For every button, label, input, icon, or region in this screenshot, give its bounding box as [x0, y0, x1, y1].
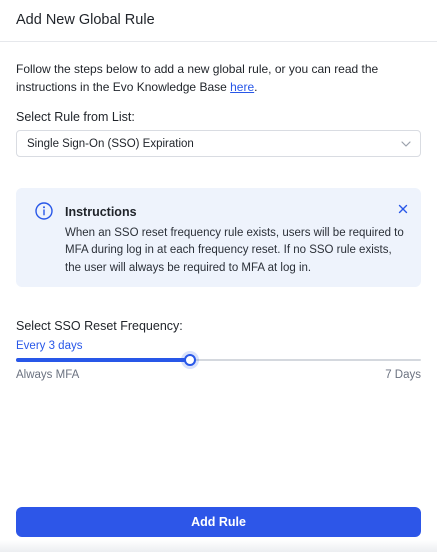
slider-fill: [16, 358, 191, 362]
intro-text: Follow the steps below to add a new glob…: [16, 61, 424, 96]
frequency-current-value: Every 3 days: [16, 340, 83, 352]
info-icon: [35, 202, 53, 220]
intro-trailing: .: [254, 79, 258, 94]
rule-select-label: Select Rule from List:: [16, 110, 135, 124]
rule-select-dropdown[interactable]: Single Sign-On (SSO) Expiration: [16, 130, 421, 157]
frequency-label: Select SSO Reset Frequency:: [16, 319, 183, 333]
panel-header: Add New Global Rule: [0, 0, 437, 42]
panel-title: Add New Global Rule: [16, 12, 155, 28]
slider-max-label: 7 Days: [385, 369, 421, 381]
intro-body: Follow the steps below to add a new glob…: [16, 62, 379, 94]
slider-thumb[interactable]: [184, 354, 197, 366]
knowledge-base-link[interactable]: here: [230, 80, 254, 94]
instructions-callout: Instructions When an SSO reset frequency…: [16, 188, 421, 287]
slider-min-label: Always MFA: [16, 369, 80, 381]
bottom-edge-shadow: [0, 540, 437, 552]
chevron-down-icon: [401, 141, 411, 147]
rule-select-value: Single Sign-On (SSO) Expiration: [27, 138, 194, 150]
instructions-title: Instructions: [65, 205, 137, 219]
instructions-body: When an SSO reset frequency rule exists,…: [65, 227, 404, 274]
add-global-rule-panel: Add New Global Rule Follow the steps bel…: [0, 0, 437, 552]
add-rule-button[interactable]: Add Rule: [16, 507, 421, 537]
frequency-slider[interactable]: [16, 352, 421, 368]
close-icon[interactable]: [397, 203, 409, 215]
